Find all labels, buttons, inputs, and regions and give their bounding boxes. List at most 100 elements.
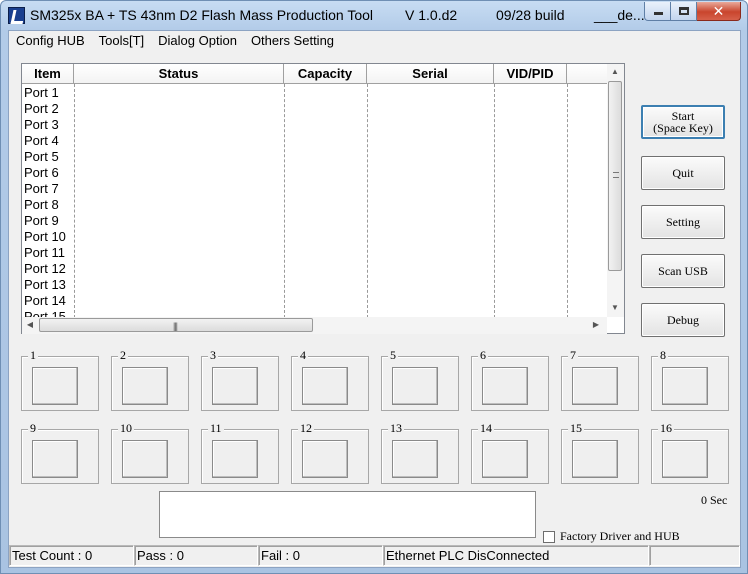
list-item[interactable]: Port 1 [24,85,74,101]
port-list[interactable]: Item Status Capacity Serial VID/PID Port… [21,63,625,334]
slot-status-box[interactable] [482,367,528,405]
menu-others-setting[interactable]: Others Setting [244,31,341,51]
horizontal-scrollbar[interactable]: ◀ ||| ▶ [22,317,607,334]
message-box[interactable] [159,491,536,538]
factory-driver-option[interactable]: Factory Driver and HUB [543,529,680,544]
slot-status-box[interactable] [302,367,348,405]
slot-label: 6 [478,348,488,362]
port-slot-7: 7 [561,349,639,411]
start-button[interactable]: Start (Space Key) [641,105,725,139]
slot-label: 13 [388,421,404,435]
port-slot-2: 2 [111,349,189,411]
list-item[interactable]: Port 9 [24,213,74,229]
column-header-filler [567,64,607,84]
extra-label: ___de... [594,7,645,23]
column-divider [367,84,368,318]
port-slot-5: 5 [381,349,459,411]
scroll-down-icon[interactable]: ▼ [607,300,623,316]
slot-label: 14 [478,421,494,435]
port-slot-12: 12 [291,422,369,484]
slot-status-box[interactable] [392,440,438,478]
scroll-left-icon[interactable]: ◀ [22,317,38,333]
port-slot-1: 1 [21,349,99,411]
column-header-capacity[interactable]: Capacity [284,64,367,84]
list-item[interactable]: Port 5 [24,149,74,165]
column-divider [494,84,495,318]
column-header-item[interactable]: Item [22,64,74,84]
port-slot-16: 16 [651,422,729,484]
slot-status-box[interactable] [122,440,168,478]
setting-button[interactable]: Setting [641,205,725,239]
port-slot-13: 13 [381,422,459,484]
debug-button[interactable]: Debug [641,303,725,337]
maximize-button[interactable] [671,2,697,21]
slot-status-box[interactable] [122,367,168,405]
app-icon [8,7,25,24]
slot-status-box[interactable] [572,367,618,405]
list-item[interactable]: Port 4 [24,133,74,149]
slot-status-box[interactable] [392,367,438,405]
slot-status-box[interactable] [212,367,258,405]
slot-label: 3 [208,348,218,362]
port-slot-6: 6 [471,349,549,411]
minimize-button[interactable] [644,2,671,21]
port-slot-14: 14 [471,422,549,484]
scroll-up-icon[interactable]: ▲ [607,64,623,80]
slot-label: 15 [568,421,584,435]
slot-status-box[interactable] [482,440,528,478]
close-button[interactable]: ✕ [697,2,741,21]
slot-label: 2 [118,348,128,362]
vertical-scroll-thumb[interactable] [608,81,622,271]
quit-button[interactable]: Quit [641,156,725,190]
title-bar[interactable]: SM325x BA + TS 43nm D2 Flash Mass Produc… [1,1,747,30]
slot-label: 9 [28,421,38,435]
column-divider [74,84,75,318]
list-item[interactable]: Port 13 [24,277,74,293]
list-item[interactable]: Port 7 [24,181,74,197]
slot-label: 4 [298,348,308,362]
list-item[interactable]: Port 12 [24,261,74,277]
port-slot-4: 4 [291,349,369,411]
menu-dialog-option[interactable]: Dialog Option [151,31,244,51]
slot-status-box[interactable] [662,367,708,405]
column-divider [284,84,285,318]
menu-config-hub[interactable]: Config HUB [9,31,92,51]
slot-label: 5 [388,348,398,362]
column-header-status[interactable]: Status [74,64,284,84]
slot-status-box[interactable] [212,440,258,478]
caption-buttons: ✕ [644,2,741,22]
status-extra [649,545,740,566]
list-item[interactable]: Port 10 [24,229,74,245]
list-item[interactable]: Port 6 [24,165,74,181]
list-item[interactable]: Port 2 [24,101,74,117]
scan-usb-button[interactable]: Scan USB [641,254,725,288]
client-area: Config HUB Tools[T] Dialog Option Others… [8,30,741,568]
list-item[interactable]: Port 14 [24,293,74,309]
timer-label: 0 Sec [701,493,728,507]
factory-driver-checkbox[interactable] [543,530,555,543]
slot-status-box[interactable] [32,367,78,405]
list-item[interactable]: Port 8 [24,197,74,213]
slot-label: 10 [118,421,134,435]
status-bar: Test Count : 0 Pass : 0 Fail : 0 Etherne… [9,543,740,567]
slot-status-box[interactable] [302,440,348,478]
scroll-right-icon[interactable]: ▶ [588,317,604,333]
version-label: V 1.0.d2 [405,7,458,23]
list-item[interactable]: Port 3 [24,117,74,133]
slot-label: 1 [28,348,38,362]
slot-status-box[interactable] [572,440,618,478]
slot-status-box[interactable] [32,440,78,478]
window-title: SM325x BA + TS 43nm D2 Flash Mass Produc… [30,7,374,23]
status-fail: Fail : 0 [258,545,383,566]
column-header-vid-pid[interactable]: VID/PID [494,64,567,84]
port-slot-3: 3 [201,349,279,411]
list-item[interactable]: Port 11 [24,245,74,261]
horizontal-scroll-thumb[interactable]: ||| [39,318,313,332]
menu-tools[interactable]: Tools[T] [92,31,152,51]
column-header-serial[interactable]: Serial [367,64,494,84]
slot-status-box[interactable] [662,440,708,478]
minimize-icon [654,12,663,15]
grip-icon: ||| [173,321,178,331]
close-icon: ✕ [712,3,725,19]
vertical-scrollbar[interactable]: ▲ ▼ [607,64,624,317]
